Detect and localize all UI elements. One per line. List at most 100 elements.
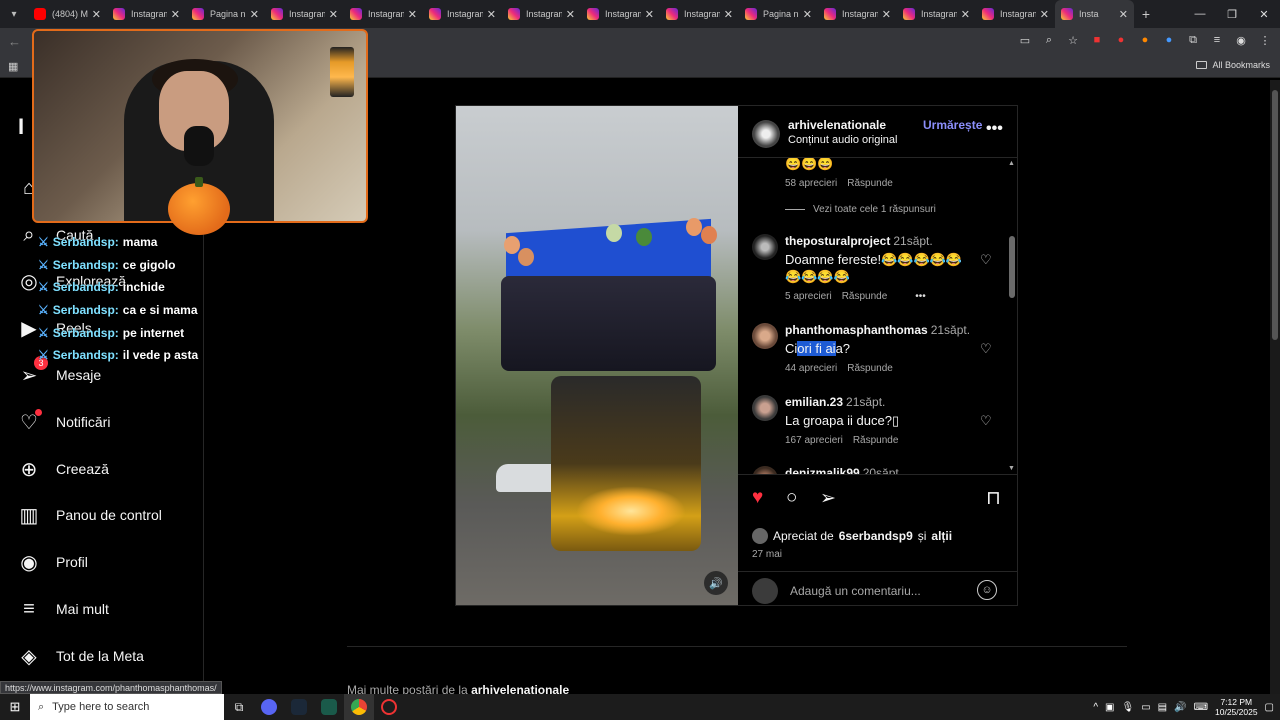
discord-app-icon[interactable] xyxy=(254,694,284,720)
browser-tab[interactable]: Instagram ✕ xyxy=(423,0,502,28)
scroll-up-icon[interactable]: ▲ xyxy=(1008,160,1015,167)
close-tab-icon[interactable]: ✕ xyxy=(724,8,733,21)
emoji-picker-icon[interactable]: ☺ xyxy=(977,580,997,600)
extension-orange-icon[interactable]: ● xyxy=(1138,33,1152,47)
close-tab-icon[interactable]: ✕ xyxy=(171,8,180,21)
like-count[interactable]: 58 aprecieri xyxy=(785,178,837,189)
commenter-username[interactable]: emilian.23 xyxy=(785,395,843,409)
reply-button[interactable]: Răspunde xyxy=(847,363,893,374)
commenter-username[interactable]: denizmalik99 xyxy=(785,466,860,474)
zoom-icon[interactable]: ⌕ xyxy=(1042,33,1056,47)
extension-blue-icon[interactable]: ● xyxy=(1162,33,1176,47)
browser-tab[interactable]: Instagram ✕ xyxy=(107,0,186,28)
reply-button[interactable]: Răspunde xyxy=(842,291,888,302)
close-tab-icon[interactable]: ✕ xyxy=(487,8,496,21)
sidebar-item-meta[interactable]: ◈ Tot de la Meta xyxy=(18,645,144,668)
commenter-username[interactable]: theposturalproject xyxy=(785,234,890,248)
media-control-icon[interactable]: ≡ xyxy=(1210,33,1224,47)
scroll-down-icon[interactable]: ▼ xyxy=(1008,465,1015,472)
tab-search-chevron-icon[interactable]: ▾ xyxy=(0,0,28,28)
sound-toggle-icon[interactable]: 🔊 xyxy=(704,571,728,595)
sidebar-item-heart[interactable]: ♡ Notificări xyxy=(18,409,110,434)
close-tab-icon[interactable]: ✕ xyxy=(566,8,575,21)
page-scrollbar[interactable] xyxy=(1270,80,1280,694)
browser-tab[interactable]: Instagram ✕ xyxy=(344,0,423,28)
close-tab-icon[interactable]: ✕ xyxy=(92,8,101,21)
close-tab-icon[interactable]: ✕ xyxy=(1119,8,1128,21)
app-icon-orange[interactable] xyxy=(284,694,314,720)
sidebar-item-messages[interactable]: ➢ 3 Mesaje xyxy=(18,356,101,387)
restore-icon[interactable]: ❐ xyxy=(1216,0,1248,28)
follow-button[interactable]: Urmărește xyxy=(923,118,982,132)
close-tab-icon[interactable]: ✕ xyxy=(329,8,338,21)
browser-tab[interactable]: Instagram ✕ xyxy=(660,0,739,28)
view-replies-button[interactable]: Vezi toate cele 1 răspunsuri xyxy=(785,204,936,215)
browser-tab[interactable]: Pagina n ✕ xyxy=(186,0,265,28)
task-view-icon[interactable]: ⧉ xyxy=(224,694,254,720)
microphone-icon[interactable]: 🎙 xyxy=(1122,702,1135,713)
browser-tab[interactable]: Instagram ✕ xyxy=(897,0,976,28)
tray-app-icon[interactable]: ▣ xyxy=(1105,702,1114,713)
back-arrow-icon[interactable]: ← xyxy=(8,34,21,49)
chrome-app-icon[interactable] xyxy=(344,694,374,720)
taskbar-search[interactable]: ⌕ Type here to search xyxy=(30,694,224,720)
browser-tab[interactable]: Instagram ✕ xyxy=(502,0,581,28)
browser-tab[interactable]: Instagram ✕ xyxy=(818,0,897,28)
commenter-avatar[interactable] xyxy=(752,323,778,349)
reply-button[interactable]: Răspunde xyxy=(847,178,893,189)
comment-like-heart-icon[interactable]: ♡ xyxy=(980,252,992,268)
share-icon[interactable]: ➢ xyxy=(820,487,836,510)
like-count[interactable]: 5 aprecieri xyxy=(785,291,832,302)
app-icon-green[interactable] xyxy=(314,694,344,720)
browser-tab[interactable]: Instagram ✕ xyxy=(976,0,1055,28)
extension-adblock-icon[interactable]: ● xyxy=(1114,33,1128,47)
tray-display-icon[interactable]: ▭ xyxy=(1141,702,1150,713)
comment-bubble-icon[interactable]: ○ xyxy=(786,487,797,509)
close-tab-icon[interactable]: ✕ xyxy=(250,8,259,21)
close-tab-icon[interactable]: ✕ xyxy=(1040,8,1049,21)
close-tab-icon[interactable]: ✕ xyxy=(645,8,654,21)
like-count[interactable]: 44 aprecieri xyxy=(785,363,837,374)
bookmark-star-icon[interactable]: ☆ xyxy=(1066,33,1080,47)
sidebar-item-menu[interactable]: ≡ Mai mult xyxy=(18,598,109,620)
reply-button[interactable]: Răspunde xyxy=(853,435,899,446)
comment-like-heart-icon[interactable]: ♡ xyxy=(980,413,992,429)
browser-tab[interactable]: (4804) M ✕ xyxy=(28,0,107,28)
all-bookmarks-button[interactable]: All Bookmarks xyxy=(1196,60,1270,70)
post-date[interactable]: 27 mai xyxy=(752,549,782,560)
close-tab-icon[interactable]: ✕ xyxy=(961,8,970,21)
commenter-avatar[interactable] xyxy=(752,395,778,421)
like-count[interactable]: 167 aprecieri xyxy=(785,435,843,446)
apps-grid-icon[interactable]: ▦ xyxy=(8,60,18,73)
browser-menu-icon[interactable]: ⋮ xyxy=(1258,33,1272,47)
instagram-logo-icon[interactable]: I xyxy=(18,114,24,140)
browser-tab[interactable]: Pagina n ✕ xyxy=(739,0,818,28)
new-tab-button[interactable]: + xyxy=(1134,6,1158,22)
commenter-avatar[interactable] xyxy=(752,234,778,260)
keyboard-icon[interactable]: ⌨ xyxy=(1194,702,1208,713)
author-username[interactable]: arhivelenationale xyxy=(788,118,886,132)
browser-tab[interactable]: Instagram ✕ xyxy=(265,0,344,28)
save-bookmark-icon[interactable]: ⊓ xyxy=(986,487,1001,510)
volume-icon[interactable]: 🔊 xyxy=(1174,702,1186,713)
post-video[interactable]: 🔊 xyxy=(456,106,738,605)
close-tab-icon[interactable]: ✕ xyxy=(882,8,891,21)
comment-like-heart-icon[interactable]: ♡ xyxy=(980,341,992,357)
taskbar-clock[interactable]: 7:12 PM 10/25/2025 xyxy=(1215,697,1258,717)
liker-username[interactable]: 6serbandsp9 xyxy=(839,529,913,543)
minimize-icon[interactable]: — xyxy=(1184,0,1216,28)
windows-start-icon[interactable]: ⊞ xyxy=(0,699,30,715)
comments-scrollbar[interactable]: ▲ ▼ xyxy=(1008,160,1016,472)
opera-app-icon[interactable] xyxy=(374,694,404,720)
profile-avatar-icon[interactable]: ◉ xyxy=(1234,33,1248,47)
sidebar-item-create[interactable]: ⊕ Creează xyxy=(18,458,109,481)
cast-icon[interactable]: ▭ xyxy=(1018,33,1032,47)
browser-tab[interactable]: Instagram ✕ xyxy=(581,0,660,28)
browser-tab[interactable]: Insta ✕ xyxy=(1055,0,1134,28)
like-heart-icon[interactable]: ♥ xyxy=(752,487,763,509)
comment-options-icon[interactable]: ••• xyxy=(915,291,926,302)
likers-others[interactable]: alții xyxy=(931,529,952,543)
sidebar-item-dashboard[interactable]: ▥ Panou de control xyxy=(18,504,162,527)
commenter-avatar[interactable] xyxy=(752,466,778,474)
add-comment-input[interactable]: Adaugă un comentariu... xyxy=(790,584,921,598)
